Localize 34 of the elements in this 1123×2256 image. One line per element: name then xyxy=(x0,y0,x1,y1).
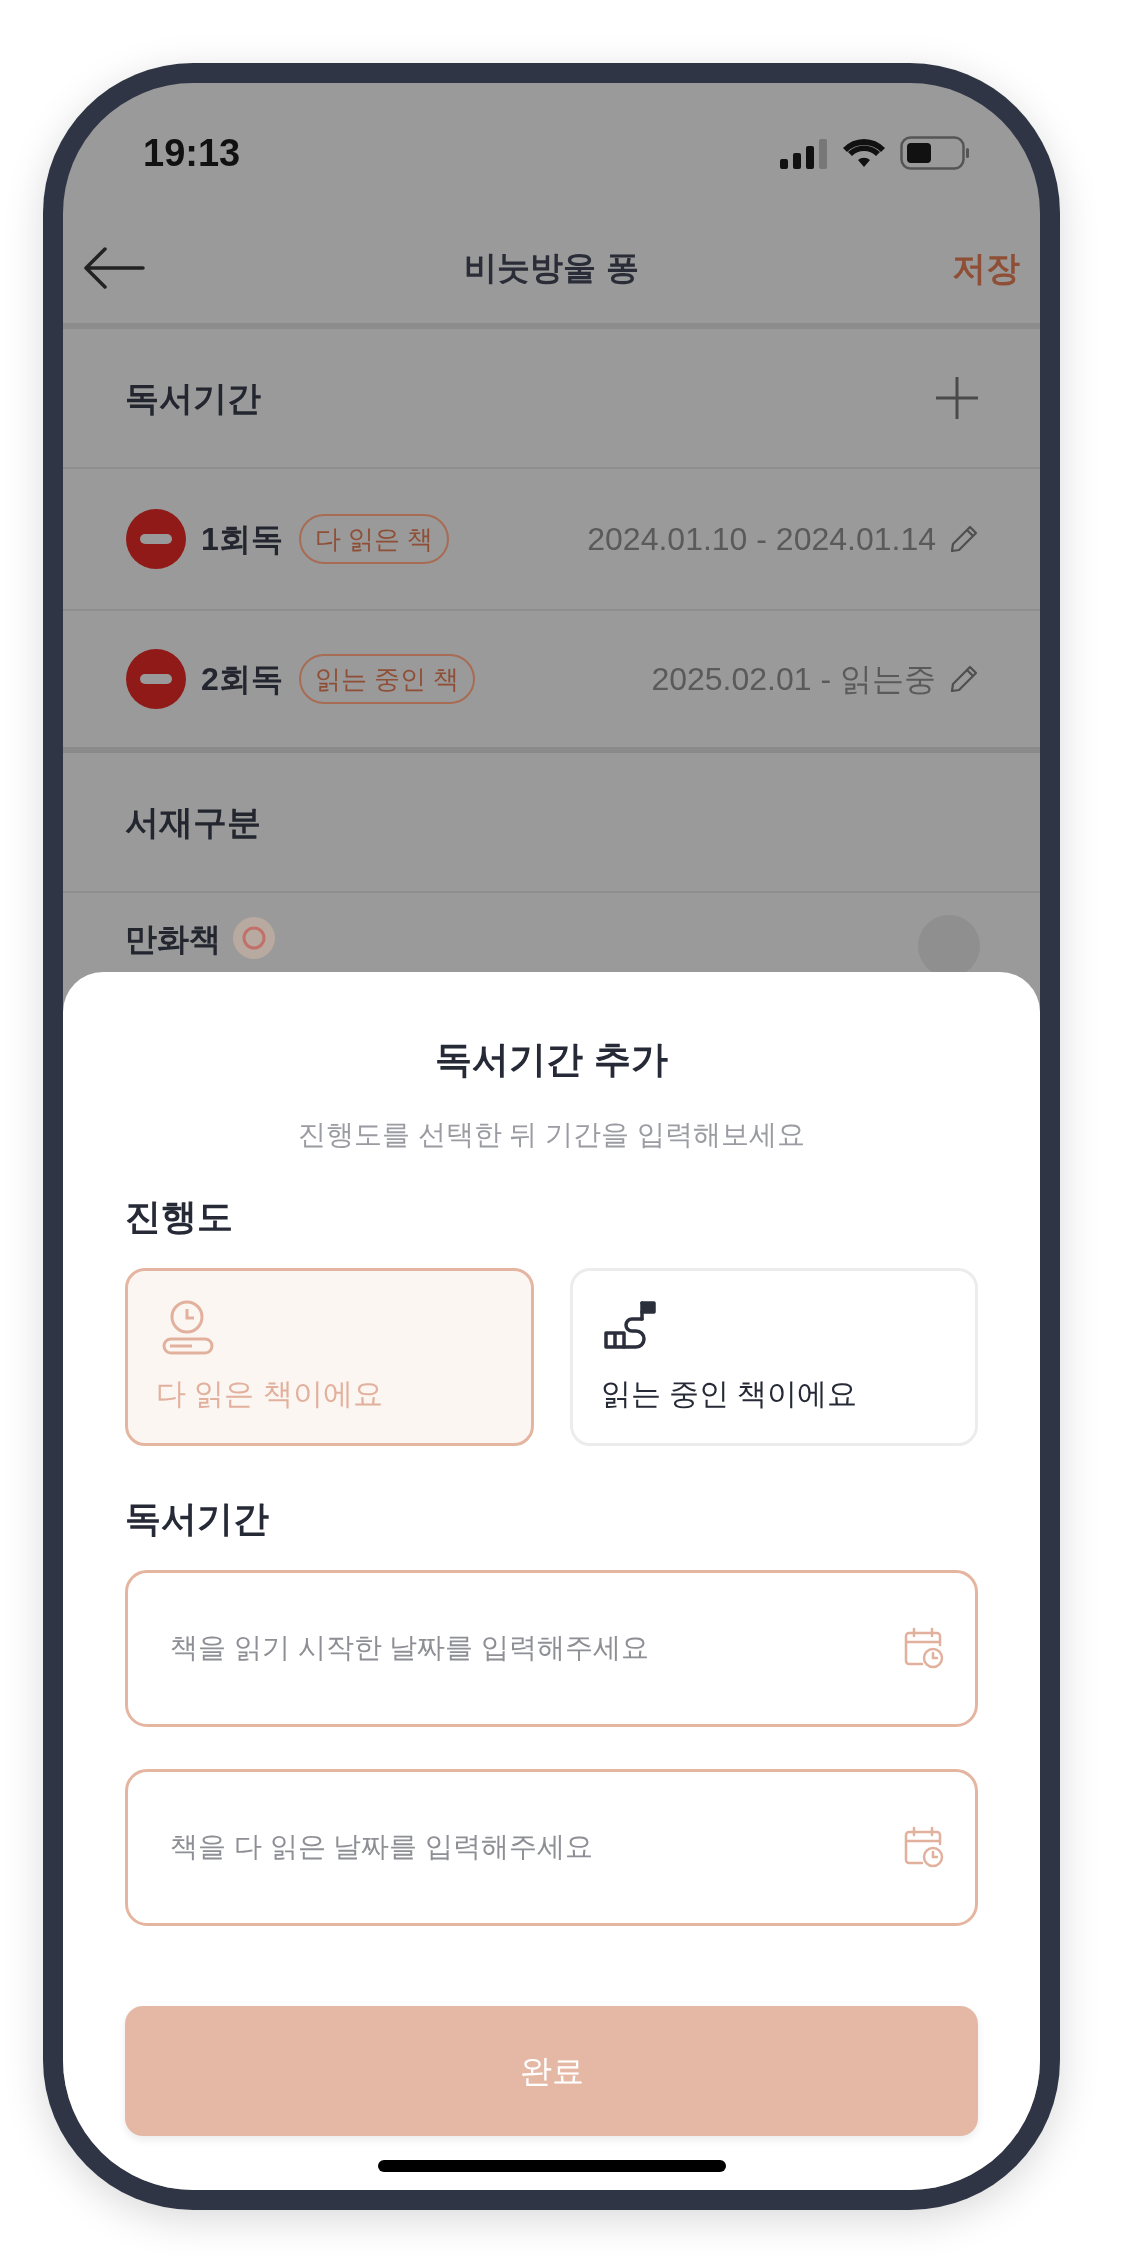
pencil-icon[interactable] xyxy=(948,523,980,555)
progress-label: 진행도 xyxy=(125,1194,234,1239)
section-title: 서재구분 xyxy=(125,801,261,843)
complete-button[interactable]: 완료 xyxy=(125,2005,978,2136)
shelf-item-label: 만화책 xyxy=(125,920,221,959)
period-label: 독서기간 xyxy=(125,1496,270,1541)
sheet-title: 독서기간 추가 xyxy=(434,1038,669,1082)
round-label: 1회독 xyxy=(201,520,283,559)
progress-option[interactable]: 읽는 중인 책이에요 xyxy=(569,1267,978,1446)
calendar-icon xyxy=(902,1824,946,1869)
remove-icon[interactable] xyxy=(125,648,187,710)
calendar-icon xyxy=(902,1625,946,1670)
plus-icon xyxy=(934,375,980,421)
round-label: 2회독 xyxy=(201,660,283,699)
nav-title: 비눗방울 퐁 xyxy=(464,248,639,289)
status-time: 19:13 xyxy=(143,130,241,176)
signal-icon xyxy=(780,137,828,169)
battery-icon xyxy=(900,136,970,170)
progress-option[interactable]: 다 읽은 책이에요 xyxy=(125,1267,534,1446)
date-input-field[interactable]: 책을 읽기 시작한 날짜를 입력해주세요 xyxy=(125,1569,978,1727)
add-button[interactable] xyxy=(934,375,980,421)
date-range: 2024.01.10 - 2024.01.14 xyxy=(587,520,936,559)
pencil-icon[interactable] xyxy=(948,663,980,695)
section-title: 독서기간 xyxy=(125,377,261,419)
status-tag: 읽는 중인 책 xyxy=(298,654,476,704)
wifi-icon xyxy=(842,137,886,169)
date-input-field[interactable]: 책을 다 읽은 날짜를 입력해주세요 xyxy=(125,1768,978,1926)
badge-icon xyxy=(231,915,277,961)
back-arrow-icon xyxy=(83,246,145,290)
save-button[interactable]: 저장 xyxy=(952,242,1020,294)
status-tag: 다 읽은 책 xyxy=(298,514,450,564)
remove-icon[interactable] xyxy=(125,508,187,570)
sheet-subtitle: 진행도를 선택한 뒤 기간을 입력해보세요 xyxy=(296,1117,807,1152)
date-range: 2025.02.01 - 읽는중 xyxy=(651,660,936,699)
